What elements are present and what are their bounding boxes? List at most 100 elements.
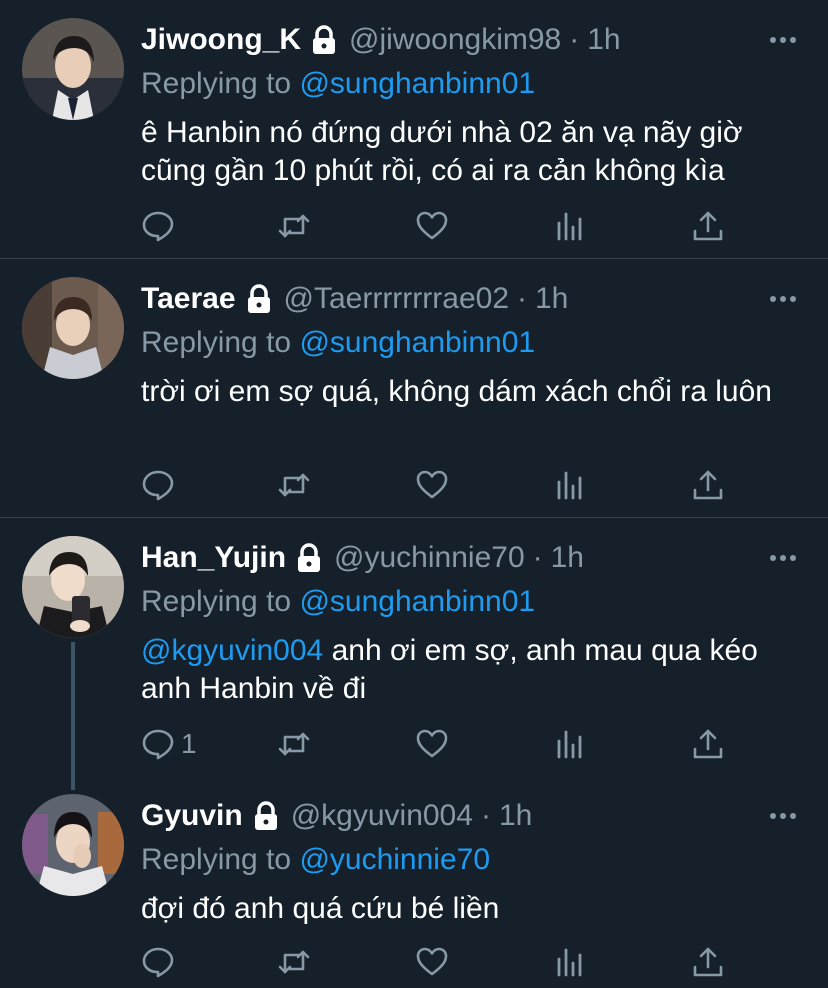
tweet-2-handle[interactable]: @Taerrrrrrrrae02 — [284, 282, 509, 316]
tweet-2-time[interactable]: 1h — [535, 282, 568, 316]
bar-chart-icon — [553, 209, 587, 243]
analytics-button[interactable] — [553, 942, 587, 982]
lock-icon — [292, 541, 326, 575]
tweet-3-replying-to-handle[interactable]: @sunghanbinn01 — [299, 585, 535, 618]
heart-icon — [415, 727, 449, 761]
tweet-1-handle[interactable]: @jiwoongkim98 — [349, 23, 561, 57]
analytics-button[interactable] — [553, 724, 587, 764]
bar-chart-icon — [553, 468, 587, 502]
share-button[interactable] — [691, 465, 725, 505]
tweet-4-text-content: đợi đó anh quá cứu bé liền — [141, 892, 500, 925]
reply-button[interactable]: 1 — [141, 724, 197, 764]
tweet-1-replying-to-handle[interactable]: @sunghanbinn01 — [299, 67, 535, 100]
tweet-4-replying-to: Replying to @yuchinnie70 — [141, 838, 808, 882]
retweet-icon — [277, 209, 311, 243]
tweet-3-handle[interactable]: @yuchinnie70 — [334, 541, 525, 575]
share-button[interactable] — [691, 942, 725, 982]
tweet-4-actions — [141, 942, 741, 982]
tweet-2-display-name[interactable]: Taerae — [141, 282, 236, 316]
avatar-jiwoong[interactable] — [22, 18, 124, 120]
like-button[interactable] — [415, 942, 449, 982]
reply-bubble-icon — [141, 209, 175, 243]
reply-bubble-icon — [141, 468, 175, 502]
bar-chart-icon — [553, 727, 587, 761]
share-upload-icon — [691, 468, 725, 502]
reply-bubble-icon — [141, 727, 175, 761]
more-horizontal-icon[interactable] — [768, 277, 798, 321]
tweet-1-time[interactable]: 1h — [587, 23, 620, 57]
tweet-1-display-name[interactable]: Jiwoong_K — [141, 23, 301, 57]
separator-dot: · — [532, 541, 543, 574]
tweet-4-body: Gyuvin @kgyuvin004 · 1h Replying to @yuc… — [141, 794, 808, 928]
tweet-4-display-name[interactable]: Gyuvin — [141, 799, 243, 833]
tweet-3[interactable]: Han_Yujin @yuchinnie70 · 1h Replying to … — [0, 518, 828, 776]
tweet-3-time[interactable]: 1h — [551, 541, 584, 575]
avatar-gyuvin[interactable] — [22, 794, 124, 896]
analytics-button[interactable] — [553, 206, 587, 246]
separator-dot: · — [517, 282, 527, 315]
retweet-button[interactable] — [277, 942, 311, 982]
tweet-2-header: Taerae @Taerrrrrrrrae02 · 1h — [141, 277, 808, 321]
tweet-1-replying-to: Replying to @sunghanbinn01 — [141, 62, 808, 106]
reply-button[interactable] — [141, 942, 181, 982]
lock-icon — [242, 282, 276, 316]
tweet-4-header: Gyuvin @kgyuvin004 · 1h — [141, 794, 808, 838]
like-button[interactable] — [415, 206, 449, 246]
retweet-button[interactable] — [277, 724, 311, 764]
lock-icon — [249, 799, 283, 833]
retweet-icon — [277, 945, 311, 979]
tweet-1[interactable]: Jiwoong_K @jiwoongkim98 · 1h Replying to… — [0, 0, 828, 259]
more-horizontal-icon[interactable] — [768, 536, 798, 580]
share-button[interactable] — [691, 724, 725, 764]
tweet-4-replying-to-handle[interactable]: @yuchinnie70 — [299, 843, 490, 876]
tweet-2-text: trời ơi em sợ quá, không dám xách chổi r… — [141, 373, 801, 411]
reply-bubble-icon — [141, 945, 175, 979]
share-upload-icon — [691, 727, 725, 761]
more-horizontal-icon[interactable] — [768, 18, 798, 62]
tweet-3-display-name[interactable]: Han_Yujin — [141, 541, 286, 575]
tweet-1-text-content: ê Hanbin nó đứng dưới nhà 02 ăn vạ nãy g… — [141, 116, 743, 187]
lock-icon — [307, 23, 341, 57]
share-button[interactable] — [691, 206, 725, 246]
tweet-4-time[interactable]: 1h — [499, 799, 532, 833]
bar-chart-icon — [553, 945, 587, 979]
reply-button[interactable] — [141, 206, 181, 246]
replying-to-label: Replying to — [141, 326, 292, 359]
avatar-han-yujin[interactable] — [22, 536, 124, 638]
replying-to-label: Replying to — [141, 585, 292, 618]
retweet-button[interactable] — [277, 465, 311, 505]
tweet-3-actions: 1 — [141, 724, 741, 764]
separator-dot: · — [480, 799, 491, 832]
reply-count: 1 — [181, 728, 197, 759]
tweet-3-replying-to: Replying to @sunghanbinn01 — [141, 580, 808, 624]
tweet-3-header: Han_Yujin @yuchinnie70 · 1h — [141, 536, 808, 580]
like-button[interactable] — [415, 724, 449, 764]
replying-to-label: Replying to — [141, 843, 292, 876]
retweet-button[interactable] — [277, 206, 311, 246]
tweet-1-header: Jiwoong_K @jiwoongkim98 · 1h — [141, 18, 808, 62]
like-button[interactable] — [415, 465, 449, 505]
tweet-1-actions — [141, 206, 741, 246]
retweet-icon — [277, 727, 311, 761]
heart-icon — [415, 945, 449, 979]
tweet-2-body: Taerae @Taerrrrrrrrae02 · 1h Replying to… — [141, 277, 808, 411]
replying-to-label: Replying to — [141, 67, 292, 100]
tweet-1-text: ê Hanbin nó đứng dưới nhà 02 ăn vạ nãy g… — [141, 114, 801, 190]
analytics-button[interactable] — [553, 465, 587, 505]
avatar-taerae[interactable] — [22, 277, 124, 379]
tweet-2[interactable]: Taerae @Taerrrrrrrrae02 · 1h Replying to… — [0, 259, 828, 518]
tweet-3-text: @kgyuvin004 anh ơi em sợ, anh mau qua ké… — [141, 632, 801, 708]
tweet-2-replying-to: Replying to @sunghanbinn01 — [141, 321, 808, 365]
tweet-4-text: đợi đó anh quá cứu bé liền — [141, 890, 801, 928]
heart-icon — [415, 468, 449, 502]
tweet-4-handle[interactable]: @kgyuvin004 — [291, 799, 473, 833]
tweet-2-replying-to-handle[interactable]: @sunghanbinn01 — [299, 326, 535, 359]
heart-icon — [415, 209, 449, 243]
tweet-4[interactable]: Gyuvin @kgyuvin004 · 1h Replying to @yuc… — [0, 776, 828, 988]
tweet-3-body: Han_Yujin @yuchinnie70 · 1h Replying to … — [141, 536, 808, 708]
reply-thread-feed: Jiwoong_K @jiwoongkim98 · 1h Replying to… — [0, 0, 828, 988]
share-upload-icon — [691, 209, 725, 243]
tweet-3-text-mention[interactable]: @kgyuvin004 — [141, 634, 323, 667]
reply-button[interactable] — [141, 465, 181, 505]
more-horizontal-icon[interactable] — [768, 794, 798, 838]
